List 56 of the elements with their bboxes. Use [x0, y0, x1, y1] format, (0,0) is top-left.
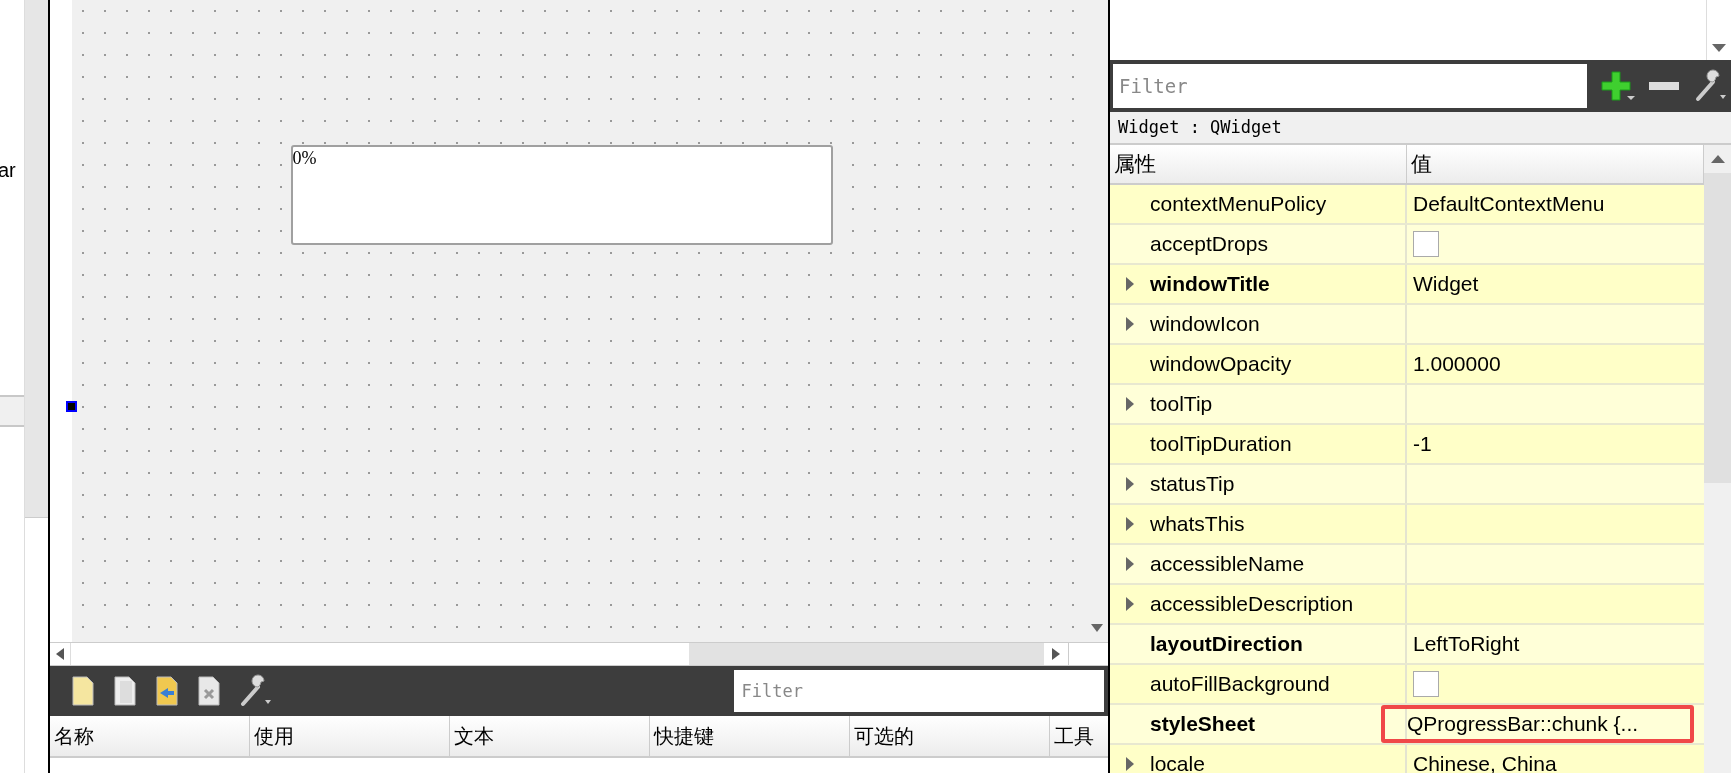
vertical-scrollbar[interactable] — [1085, 0, 1108, 642]
expand-arrow-icon[interactable] — [1126, 757, 1134, 771]
column-header[interactable]: 快捷键 — [649, 716, 850, 756]
property-value[interactable]: LeftToRight — [1413, 628, 1520, 660]
scroll-right-icon[interactable] — [1051, 648, 1060, 660]
expand-arrow-icon[interactable] — [1126, 277, 1134, 291]
property-name: contextMenuPolicy — [1150, 191, 1327, 218]
checkbox[interactable] — [1413, 671, 1439, 697]
property-name: styleSheet — [1150, 711, 1256, 738]
vertical-scrollbar[interactable] — [1704, 145, 1731, 773]
scroll-left-icon[interactable] — [55, 648, 64, 660]
property-name: autoFillBackground — [1150, 671, 1330, 698]
new-file-icon[interactable] — [69, 675, 96, 707]
column-header[interactable]: 文本 — [449, 716, 650, 756]
property-value[interactable]: DefaultContextMenu — [1413, 188, 1605, 220]
property-value[interactable]: Widget — [1413, 268, 1479, 300]
object-label: Widget : QWidget — [1110, 112, 1731, 145]
horizontal-scrollbar[interactable] — [49, 642, 1108, 666]
property-name: accessibleDescription — [1150, 591, 1354, 618]
delete-icon[interactable] — [195, 675, 222, 707]
selection-handle[interactable] — [65, 401, 77, 412]
property-name: toolTipDuration — [1150, 431, 1292, 458]
property-name: statusTip — [1150, 471, 1235, 498]
filter-field[interactable]: Filter — [733, 670, 1104, 712]
copy-icon[interactable] — [111, 675, 138, 707]
expand-arrow-icon[interactable] — [1126, 317, 1134, 331]
filter-field[interactable]: Filter — [1113, 64, 1587, 108]
expand-arrow-icon[interactable] — [1126, 397, 1134, 411]
expand-arrow-icon[interactable] — [1126, 557, 1134, 571]
property-name: accessibleName — [1150, 551, 1305, 578]
paste-icon[interactable] — [153, 675, 180, 707]
property-value[interactable]: -1 — [1413, 428, 1432, 460]
expand-arrow-icon[interactable] — [1126, 477, 1134, 491]
expand-arrow-icon[interactable] — [1126, 597, 1134, 611]
property-name: layoutDirection — [1150, 631, 1303, 658]
scroll-down-icon[interactable] — [1712, 44, 1726, 52]
scroll-down-icon[interactable] — [1090, 624, 1103, 632]
checkbox[interactable] — [1413, 231, 1439, 257]
scroll-up-icon[interactable] — [1710, 155, 1725, 163]
property-name: locale — [1150, 751, 1205, 773]
property-name: windowOpacity — [1150, 351, 1292, 378]
expand-arrow-icon[interactable] — [1126, 517, 1134, 531]
remove-icon[interactable] — [1649, 81, 1679, 91]
column-header[interactable]: 使用 — [249, 716, 450, 756]
column-header[interactable]: 属性 — [1110, 145, 1407, 183]
column-header[interactable]: 名称 — [49, 716, 250, 756]
property-name: windowTitle — [1150, 271, 1270, 298]
property-name: acceptDrops — [1150, 231, 1268, 258]
property-name: windowIcon — [1150, 311, 1260, 338]
progress-text: 0% — [292, 147, 318, 169]
column-header[interactable]: 可选的 — [849, 716, 1050, 756]
property-name: whatsThis — [1150, 511, 1245, 538]
property-value[interactable]: 1.000000 — [1413, 348, 1501, 380]
property-name: toolTip — [1150, 391, 1213, 418]
wrench-icon[interactable] — [1693, 69, 1727, 103]
add-icon[interactable] — [1601, 70, 1635, 102]
